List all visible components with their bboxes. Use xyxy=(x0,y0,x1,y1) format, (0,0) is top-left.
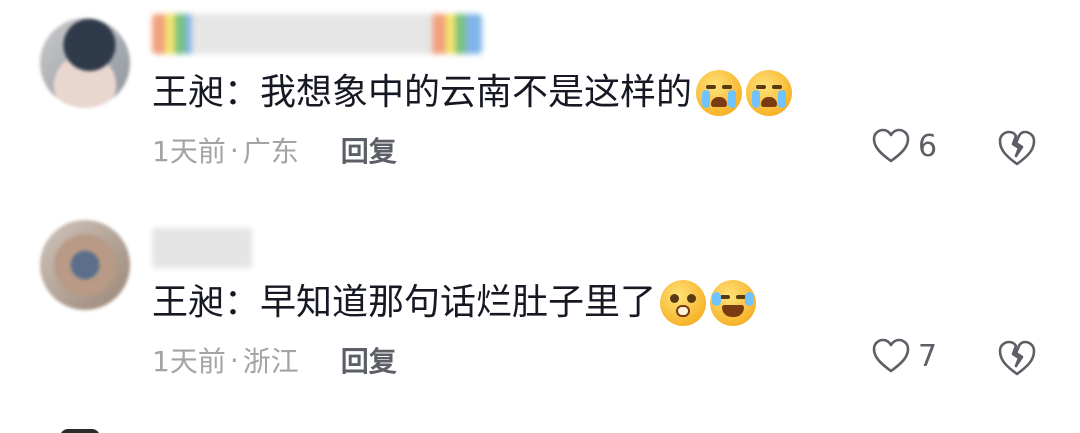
comment-item: 王昶：早知道那句话烂肚子里了 1天前 · 浙江 回复 7 xyxy=(0,210,1080,410)
comment-location: 浙江 xyxy=(242,345,299,378)
avatar[interactable] xyxy=(40,18,130,108)
next-comment-avatar[interactable] xyxy=(60,429,100,433)
broken-heart-icon xyxy=(998,340,1036,376)
username-blurred[interactable] xyxy=(152,14,482,54)
meta-separator: · xyxy=(229,343,239,377)
dislike-button[interactable] xyxy=(997,129,1037,171)
comment-body: 王昶：早知道那句话烂肚子里了 xyxy=(152,282,657,323)
meta-separator: · xyxy=(229,133,239,167)
reply-button[interactable]: 回复 xyxy=(341,340,397,380)
reply-button[interactable]: 回复 xyxy=(341,130,397,170)
like-button[interactable]: 7 xyxy=(872,338,937,374)
comment-meta: 1天前 · 广东 回复 xyxy=(152,130,397,170)
like-count: 6 xyxy=(918,128,938,164)
like-count: 7 xyxy=(918,338,938,374)
dislike-button[interactable] xyxy=(997,339,1037,381)
like-button[interactable]: 6 xyxy=(872,128,937,164)
tears-of-joy-icon xyxy=(710,280,757,326)
avatar[interactable] xyxy=(40,220,130,310)
comment-body: 王昶：我想象中的云南不是这样的 xyxy=(152,72,693,113)
comment-text: 王昶：早知道那句话烂肚子里了 xyxy=(152,280,757,326)
broken-heart-icon xyxy=(998,130,1036,166)
username-blurred[interactable] xyxy=(152,228,252,268)
crying-face-icon xyxy=(746,70,793,116)
comment-time: 1天前 xyxy=(152,345,226,378)
comment-text: 王昶：我想象中的云南不是这样的 xyxy=(152,70,793,116)
comment-location: 广东 xyxy=(242,135,299,168)
crying-face-icon xyxy=(696,70,743,116)
heart-icon xyxy=(872,128,910,163)
heart-icon xyxy=(872,338,910,373)
comment-item: 王昶：我想象中的云南不是这样的 1天前 · 广东 回复 6 xyxy=(0,0,1080,200)
comment-meta: 1天前 · 浙江 回复 xyxy=(152,340,397,380)
comment-time: 1天前 xyxy=(152,135,226,168)
pleading-face-icon xyxy=(660,280,707,326)
